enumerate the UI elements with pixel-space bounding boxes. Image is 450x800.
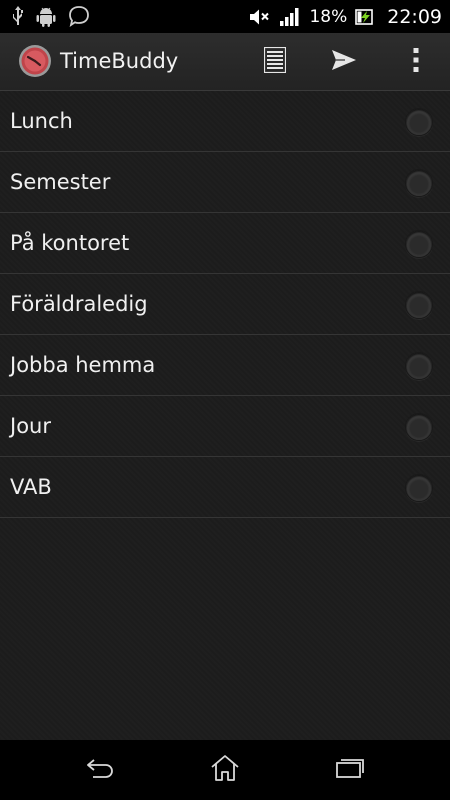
status-bar: 18% 22:09 <box>0 0 450 33</box>
list-item-label: Jobba hemma <box>10 353 156 377</box>
list-item-label: Lunch <box>10 109 73 133</box>
list-item-label: Jour <box>10 414 51 438</box>
clock-time: 22:09 <box>387 5 442 28</box>
recent-apps-button[interactable] <box>310 740 390 800</box>
back-icon <box>85 757 115 783</box>
app-title: TimeBuddy <box>60 49 179 73</box>
list-item-label: Föräldraledig <box>10 292 148 316</box>
chat-bubble-icon <box>68 5 90 27</box>
home-icon <box>210 754 240 786</box>
overflow-menu-icon <box>413 47 419 77</box>
system-icons: 18% 22:09 <box>249 0 442 33</box>
signal-icon <box>279 7 301 27</box>
list-item[interactable]: Semester <box>0 152 450 213</box>
radio-button[interactable] <box>405 474 433 502</box>
clock-icon[interactable] <box>18 44 52 78</box>
list-item-label: Semester <box>10 170 111 194</box>
list-item[interactable]: Jour <box>0 396 450 457</box>
screen: 18% 22:09 TimeBuddy Lunch Semester På ko… <box>0 0 450 800</box>
list-item-label: VAB <box>10 475 52 499</box>
navigation-bar <box>0 740 450 800</box>
list-icon <box>263 46 287 77</box>
notification-icons <box>12 5 90 27</box>
radio-button[interactable] <box>405 291 433 319</box>
send-icon <box>331 49 357 75</box>
battery-percent: 18% <box>309 6 348 27</box>
radio-button[interactable] <box>405 230 433 258</box>
back-button[interactable] <box>60 740 140 800</box>
battery-charging-icon <box>355 8 375 25</box>
category-list: Lunch Semester På kontoret Föräldraledig… <box>0 91 450 518</box>
radio-button[interactable] <box>405 413 433 441</box>
mute-icon <box>249 8 271 26</box>
radio-button[interactable] <box>405 169 433 197</box>
list-item[interactable]: Lunch <box>0 91 450 152</box>
action-bar: TimeBuddy <box>0 33 450 91</box>
list-item[interactable]: På kontoret <box>0 213 450 274</box>
list-item[interactable]: Föräldraledig <box>0 274 450 335</box>
usb-icon <box>12 5 24 27</box>
android-debug-icon <box>36 5 56 27</box>
radio-button[interactable] <box>405 108 433 136</box>
list-item[interactable]: VAB <box>0 457 450 518</box>
recent-apps-icon <box>335 757 365 783</box>
overflow-menu-button[interactable] <box>388 33 444 90</box>
list-item-label: På kontoret <box>10 231 130 255</box>
list-item[interactable]: Jobba hemma <box>0 335 450 396</box>
send-button[interactable] <box>316 33 372 90</box>
radio-button[interactable] <box>405 352 433 380</box>
list-button[interactable] <box>247 33 303 90</box>
home-button[interactable] <box>185 740 265 800</box>
